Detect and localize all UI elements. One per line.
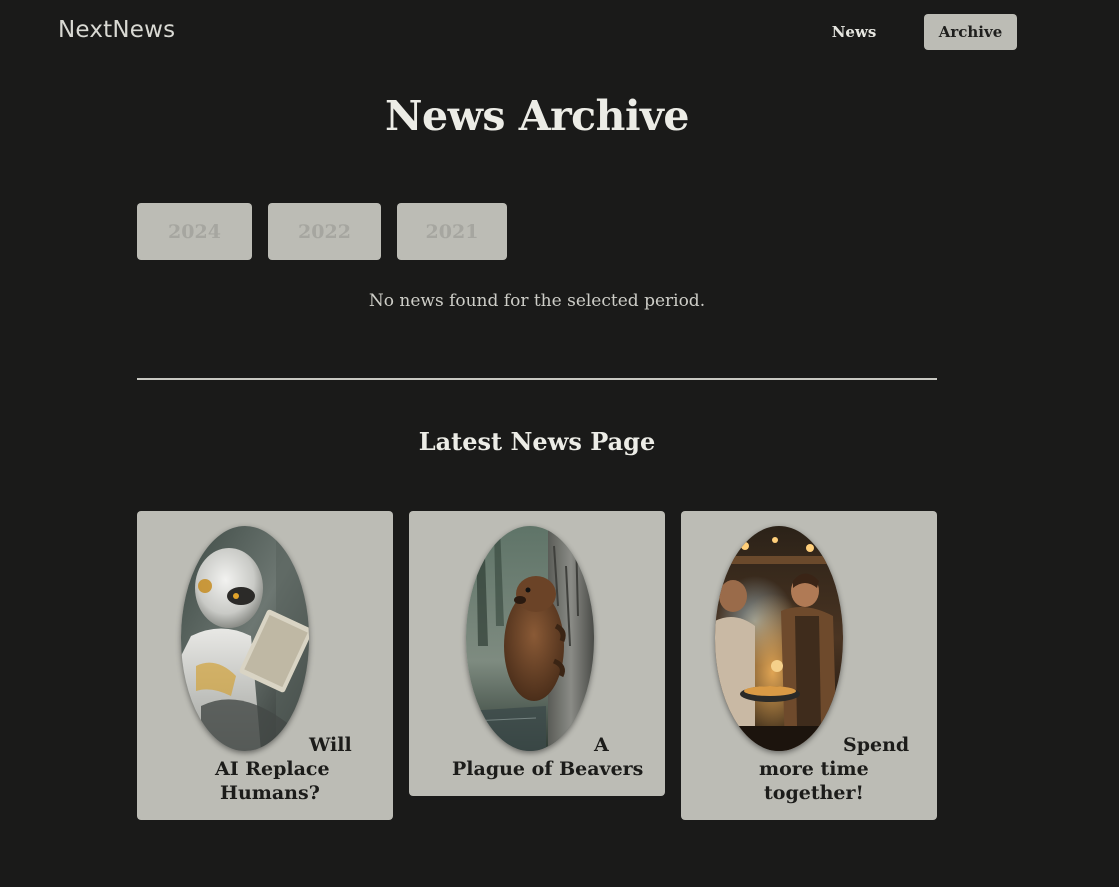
main-nav: News Archive [0,14,1119,50]
empty-state-message: No news found for the selected period. [368,291,706,311]
news-card-title-line: A [594,734,609,756]
news-card[interactable]: A Plague of Beavers [409,511,665,796]
news-card-title-line: Plague of Beavers [452,758,644,780]
year-button-2024[interactable]: 2024 [137,203,252,260]
section-divider [137,378,937,380]
nav-news-link[interactable]: News [828,14,880,50]
page-title: News Archive [385,92,689,140]
news-card-title-line: Humans? [220,782,320,804]
latest-news-heading: Latest News Page [418,427,656,456]
news-card[interactable]: Will AI Replace Humans? [137,511,393,820]
news-card-title-line: Spend [843,734,910,756]
year-button-2021[interactable]: 2021 [397,203,507,260]
news-card-title-line: more time [759,758,869,780]
news-card-title-line: together! [764,782,864,804]
news-card-image-cooking[interactable] [715,526,843,751]
news-card-title-line: Will [309,734,352,756]
news-card-image-beaver[interactable] [466,526,594,751]
year-button-2022[interactable]: 2022 [268,203,381,260]
news-card-image-robot[interactable] [181,526,309,751]
news-card-title-line: AI Replace [215,758,330,780]
news-card[interactable]: Spend more time together! [681,511,937,820]
nav-archive-link[interactable]: Archive [924,14,1017,50]
